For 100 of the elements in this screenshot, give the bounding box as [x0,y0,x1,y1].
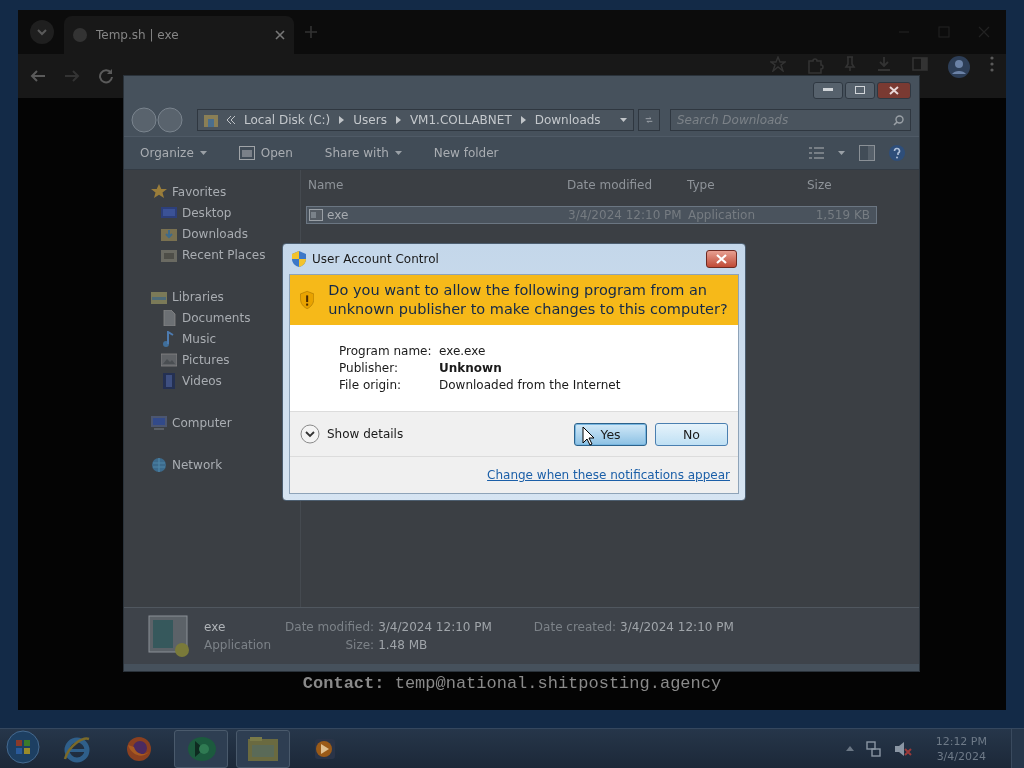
pin-icon[interactable] [844,56,856,72]
clock-date: 3/4/2024 [936,748,987,764]
star-icon[interactable] [770,56,786,72]
caret-icon [838,151,845,155]
maximize-icon [855,86,865,94]
toolbar-button[interactable]: Organize [140,146,219,160]
info-label: File origin: [339,377,403,393]
info-label: Publisher: [339,360,399,376]
refresh-button[interactable] [638,109,660,131]
file-name: exe [204,620,227,634]
nav-item[interactable]: Computer [131,412,232,433]
search-icon [893,114,904,126]
close-button[interactable] [706,250,737,268]
maximize-button[interactable] [845,81,875,99]
column-header[interactable]: Size [807,178,869,192]
close-icon[interactable] [274,29,286,41]
nav-item[interactable]: Favorites [131,181,227,202]
contact-text: Contact: temp@national.shitposting.agency [302,674,722,693]
detail-value: 1.48 MB [378,638,429,652]
play-icon [313,736,337,761]
detail-value: 3/4/2024 12:10 PM [620,620,734,634]
reload-icon[interactable] [98,68,114,84]
column-header[interactable]: Type [687,178,807,192]
nav-item[interactable]: Videos [131,370,222,391]
clock-time: 12:12 PM [935,733,987,749]
nav-item[interactable]: Desktop [131,202,232,223]
caret-icon [620,118,627,122]
start-button[interactable] [6,730,40,767]
nav-item[interactable]: Downloads [131,223,248,244]
chevron-icon [339,116,345,124]
folder-icon [247,734,279,763]
more-menu-icon[interactable] [990,56,994,72]
shield-icon [291,251,307,267]
minimize-button[interactable] [813,81,843,99]
computer-icon [151,414,167,431]
side-panel-icon[interactable] [912,56,928,72]
monitor-icon [161,204,177,221]
nav-item[interactable]: Documents [131,307,251,328]
taskbar-button[interactable] [236,729,290,768]
caret-icon [394,151,402,155]
document-icon [161,309,177,326]
dropdown-button[interactable] [30,20,54,44]
back-arrow-icon[interactable] [30,68,46,84]
nav-item[interactable]: Network [131,454,223,475]
double-chevron-icon [227,116,235,124]
breadcrumb-item[interactable]: VM1.COLLABNET [409,113,512,127]
windows-orb-icon [6,730,40,764]
table-cell: exe [307,208,568,222]
breadcrumb-item[interactable]: Users [353,113,387,127]
forward-button[interactable] [157,107,183,133]
toolbar-button[interactable]: Share with [324,146,414,160]
folder-icon [204,113,218,127]
minimize-icon [823,88,833,92]
toolbar-button[interactable]: Open [238,146,305,160]
info-value: exe.exe [439,343,487,359]
taskbar-button[interactable] [174,729,228,768]
nav-item[interactable]: Pictures [131,349,230,370]
profile-icon[interactable] [948,56,970,78]
network-icon[interactable] [865,740,882,757]
column-header[interactable]: Date modified [567,178,687,192]
detail-label: Size: [344,638,375,652]
dialog-button[interactable]: Yes [574,422,647,446]
prompt-question: Do you want to allow the following program from an unknown publisher to make changes to this computer? [328,281,728,319]
application-icon [148,614,192,658]
column-header[interactable]: Name [306,178,567,192]
picture-icon [161,351,177,368]
nav-item[interactable]: Recent Places [131,244,266,265]
back-button[interactable] [131,107,157,133]
expand-chevron-icon [300,424,320,444]
info-value: Unknown [439,360,503,376]
toolbar-button[interactable]: New folder [433,146,511,160]
download-icon[interactable] [876,56,892,72]
file-type: Application [204,638,272,652]
preview-pane-icon[interactable] [859,145,875,161]
info-value: Downloaded from the Internet [439,377,622,393]
detail-label: Date created: [533,620,617,634]
chevron-icon [520,116,526,124]
caret-icon [199,151,207,155]
show-details-toggle[interactable]: Show details [300,424,404,444]
address-bar[interactable]: Local Disk (C:) Users VM1.COLLABNET Downloads [197,109,634,131]
view-options-icon[interactable] [809,147,824,159]
detail-value: 3/4/2024 12:10 PM [378,620,492,634]
close-button[interactable] [877,81,911,99]
film-icon [161,372,177,389]
nav-item[interactable]: Music [131,328,217,349]
dialog-title: User Account Control [312,252,440,266]
browser-tab[interactable]: Temp.sh | exe [64,16,294,54]
application-icon [309,209,323,221]
tray-expand-icon[interactable] [845,746,854,751]
info-label: Program name: [339,343,433,359]
dialog-button[interactable]: No [655,422,728,446]
help-icon[interactable] [889,145,905,161]
breadcrumb-item[interactable]: Local Disk (C:) [244,113,331,127]
show-desktop-button[interactable] [1011,728,1024,768]
breadcrumb-item[interactable]: Downloads [534,113,601,127]
nav-item[interactable]: Libraries [131,286,224,307]
clock[interactable]: 12:12 PM 3/4/2024 [935,733,987,764]
forward-arrow-icon[interactable] [64,68,80,84]
chat-bubble-icon [185,734,217,763]
muted-speaker-icon[interactable] [893,740,912,757]
